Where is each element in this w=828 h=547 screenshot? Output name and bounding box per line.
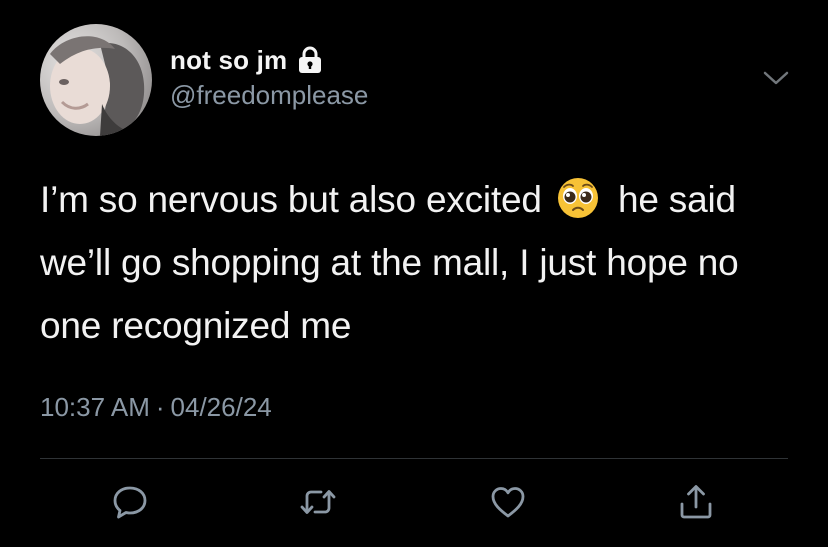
reply-button[interactable] <box>108 482 152 526</box>
divider <box>40 458 788 459</box>
share-icon <box>676 482 716 527</box>
tweet-text: I’m so nervous but also excited he said … <box>40 168 800 357</box>
pleading-face-emoji <box>556 176 600 220</box>
user-handle[interactable]: @freedomplease <box>170 80 368 111</box>
tweet-card: not so jm @freedomplease I’m so nervous … <box>0 0 828 547</box>
user-names: not so jm @freedomplease <box>170 44 368 111</box>
tweet-timestamp[interactable]: 10:37 AM · 04/26/24 <box>40 392 272 423</box>
retweet-button[interactable] <box>296 482 340 526</box>
tweet-date: 04/26/24 <box>170 392 272 422</box>
avatar[interactable] <box>40 24 152 136</box>
action-bar <box>0 482 828 526</box>
reply-icon <box>110 482 150 527</box>
display-name-row: not so jm <box>170 44 368 76</box>
lock-icon <box>297 46 323 74</box>
meta-separator: · <box>155 392 165 422</box>
display-name[interactable]: not so jm <box>170 45 287 76</box>
tweet-time: 10:37 AM <box>40 392 150 422</box>
like-button[interactable] <box>486 482 530 526</box>
retweet-icon <box>298 482 338 527</box>
share-button[interactable] <box>674 482 718 526</box>
chevron-down-icon[interactable] <box>760 66 792 90</box>
tweet-text-part1: I’m so nervous but also excited <box>40 179 542 220</box>
like-icon <box>488 482 528 527</box>
